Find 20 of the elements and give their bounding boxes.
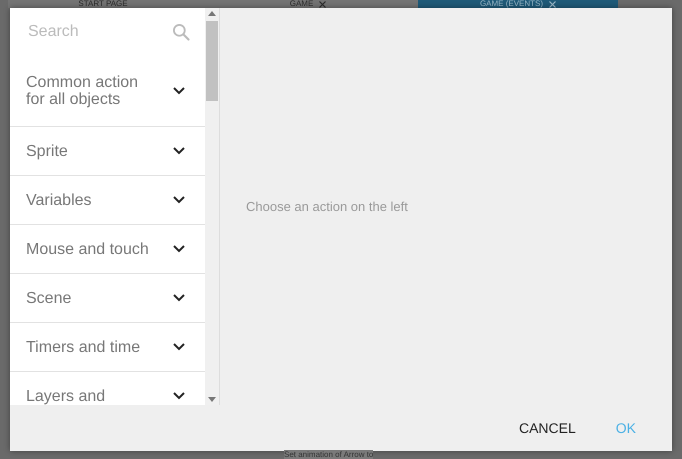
chevron-down-icon bbox=[173, 86, 185, 94]
chevron-down-icon bbox=[173, 147, 185, 155]
cancel-button[interactable]: CANCEL bbox=[506, 412, 588, 444]
tab[interactable]: GAME (EVENTS) bbox=[418, 0, 618, 8]
search-field[interactable]: Search bbox=[26, 22, 150, 42]
event-action-text: Set animation of Arrow to bbox=[284, 450, 374, 459]
close-icon[interactable] bbox=[319, 0, 326, 8]
scrollbar-thumb[interactable] bbox=[206, 21, 218, 101]
chevron-down-icon bbox=[173, 392, 185, 400]
chevron-down-icon bbox=[173, 343, 185, 351]
close-icon[interactable] bbox=[549, 0, 556, 8]
empty-hint: Choose an action on the left bbox=[246, 199, 408, 214]
search-icon bbox=[171, 22, 191, 42]
chevron-down-icon bbox=[173, 245, 185, 253]
tab[interactable]: GAME bbox=[198, 0, 418, 8]
chevron-down-icon bbox=[173, 196, 185, 204]
chevron-down-icon bbox=[173, 294, 185, 302]
scroll-down-arrow-icon[interactable] bbox=[208, 396, 216, 402]
scroll-up-arrow-icon[interactable] bbox=[208, 11, 216, 17]
tab[interactable]: START PAGE bbox=[8, 0, 198, 8]
